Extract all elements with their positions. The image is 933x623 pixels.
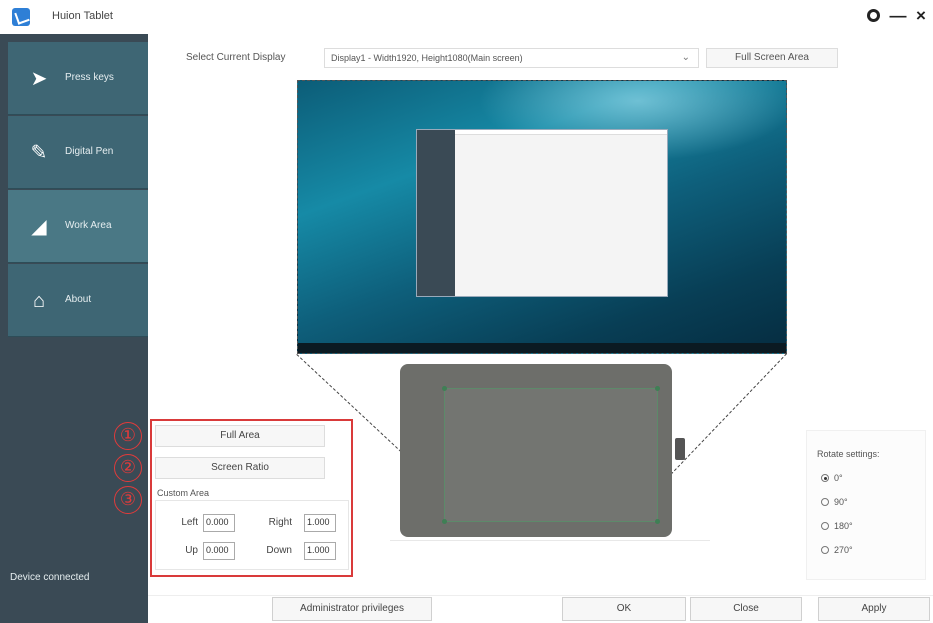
full-screen-area-button[interactable]: Full Screen Area <box>706 48 838 68</box>
app-title: Huion Tablet <box>52 10 113 22</box>
gear-icon[interactable] <box>861 4 885 28</box>
up-input[interactable]: 0.000 <box>203 542 235 560</box>
right-input[interactable]: 1.000 <box>304 514 336 532</box>
tablet-active-area[interactable] <box>442 386 660 524</box>
rotate-180-radio[interactable]: 180° <box>821 521 853 531</box>
preview-window-sidebar <box>417 130 455 296</box>
area-corner-handle[interactable] <box>442 386 447 391</box>
rotate-option-label: 270° <box>834 545 853 555</box>
right-label: Right <box>268 517 292 528</box>
screen-preview <box>297 80 787 354</box>
send-icon: ➤ <box>30 68 48 90</box>
tablet-image <box>400 364 672 537</box>
device-status: Device connected <box>10 572 90 583</box>
sidebar-item-label: About <box>65 294 92 305</box>
display-select-value: Display1 - Width1920, Height1080(Main sc… <box>331 53 523 63</box>
left-input[interactable]: 0.000 <box>203 514 235 532</box>
marker-3: ③ <box>114 486 142 514</box>
rotate-settings-panel: Rotate settings: 0° 90° 180° 270° <box>806 430 926 580</box>
tablet-side-button <box>675 438 685 460</box>
up-label: Up <box>185 545 198 556</box>
chevron-down-icon: ⌄ <box>681 52 690 63</box>
marker-1: ① <box>114 422 142 450</box>
display-label: Select Current Display <box>186 52 286 63</box>
down-label: Down <box>266 545 292 556</box>
rotate-0-radio[interactable]: 0° <box>821 473 843 483</box>
preview-app-window <box>416 129 668 297</box>
custom-area-group: Left 0.000 Right 1.000 Up 0.000 Down 1.0… <box>155 500 349 570</box>
sidebar: ➤ Press keys ✎ Digital Pen ◢ Work Area ⌂… <box>0 34 148 623</box>
administrator-privileges-button[interactable]: Administrator privileges <box>272 597 432 621</box>
rotate-option-label: 90° <box>834 497 848 507</box>
divider <box>390 540 710 544</box>
sidebar-item-label: Digital Pen <box>65 146 114 157</box>
rotate-option-label: 0° <box>834 473 843 483</box>
down-input[interactable]: 1.000 <box>304 542 336 560</box>
marker-2: ② <box>114 454 142 482</box>
screen-ratio-button[interactable]: Screen Ratio <box>155 457 325 479</box>
preview-taskbar <box>298 343 786 353</box>
triangle-icon: ◢ <box>31 216 47 238</box>
sidebar-item-label: Press keys <box>65 72 114 83</box>
area-corner-handle[interactable] <box>442 519 447 524</box>
radio-icon <box>821 498 829 506</box>
rotate-option-label: 180° <box>834 521 853 531</box>
sidebar-item-about[interactable]: ⌂ About <box>8 264 148 337</box>
display-select[interactable]: Display1 - Width1920, Height1080(Main sc… <box>324 48 699 68</box>
home-icon: ⌂ <box>32 290 46 312</box>
minimize-button[interactable]: — <box>886 4 910 28</box>
radio-icon <box>821 522 829 530</box>
area-corner-handle[interactable] <box>655 519 660 524</box>
custom-area-label: Custom Area <box>157 488 210 498</box>
sidebar-item-work-area[interactable]: ◢ Work Area <box>8 190 148 263</box>
rotate-90-radio[interactable]: 90° <box>821 497 848 507</box>
full-area-button[interactable]: Full Area <box>155 425 325 447</box>
sidebar-item-press-keys[interactable]: ➤ Press keys <box>8 42 148 115</box>
sidebar-item-label: Work Area <box>65 220 112 231</box>
close-icon[interactable]: × <box>909 4 933 28</box>
app-logo-icon <box>12 8 30 26</box>
rotate-settings-title: Rotate settings: <box>817 449 880 459</box>
left-label: Left <box>181 517 198 528</box>
rotate-270-radio[interactable]: 270° <box>821 545 853 555</box>
sidebar-item-digital-pen[interactable]: ✎ Digital Pen <box>8 116 148 189</box>
title-bar: Huion Tablet — × <box>0 0 933 34</box>
bottom-bar <box>148 595 933 623</box>
close-button[interactable]: Close <box>690 597 802 621</box>
area-corner-handle[interactable] <box>655 386 660 391</box>
apply-button[interactable]: Apply <box>818 597 930 621</box>
radio-icon <box>821 474 829 482</box>
radio-icon <box>821 546 829 554</box>
pen-icon: ✎ <box>30 142 48 164</box>
ok-button[interactable]: OK <box>562 597 686 621</box>
